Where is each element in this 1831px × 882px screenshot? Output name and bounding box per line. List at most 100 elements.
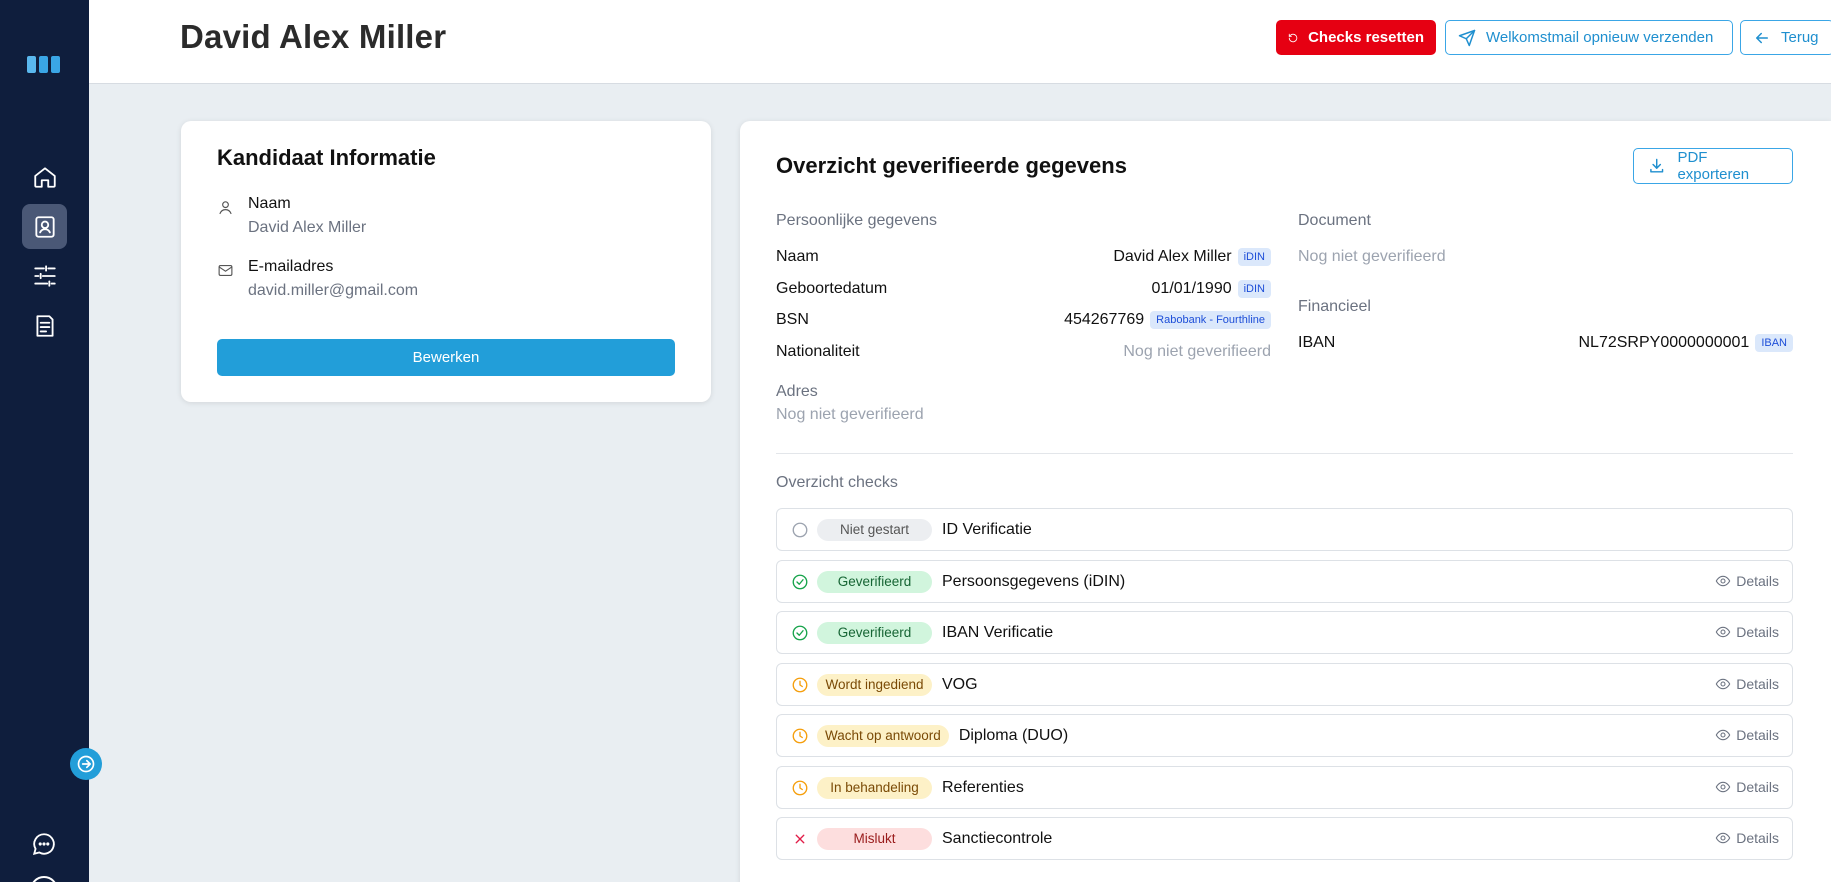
sidebar-item-home[interactable] bbox=[22, 154, 67, 199]
candidate-email-label: E-mailadres bbox=[248, 258, 334, 275]
sidebar bbox=[0, 0, 89, 882]
candidate-name-row: Naam David Alex Miller bbox=[217, 195, 366, 237]
details-label: Details bbox=[1736, 727, 1779, 743]
financial-row-iban: IBAN NL72SRPY0000000001 IBAN bbox=[1298, 331, 1793, 355]
document-value: Nog niet geverifieerd bbox=[1298, 248, 1446, 265]
divider bbox=[776, 453, 1793, 454]
details-label: Details bbox=[1736, 573, 1779, 589]
check-name: Sanctiecontrole bbox=[942, 829, 1053, 847]
details-label: Details bbox=[1736, 830, 1779, 846]
chat-button[interactable] bbox=[28, 828, 60, 860]
resend-welcome-mail-button[interactable]: Welkomstmail opnieuw verzenden bbox=[1445, 20, 1733, 55]
personal-row-key: Geboortedatum bbox=[776, 280, 888, 297]
details-link[interactable]: Details bbox=[1715, 727, 1779, 743]
address-value: Nog niet geverifieerd bbox=[776, 406, 924, 423]
details-link[interactable]: Details bbox=[1715, 830, 1779, 846]
candidate-info-card: Kandidaat Informatie Naam David Alex Mil… bbox=[181, 121, 711, 402]
candidate-info-title: Kandidaat Informatie bbox=[217, 145, 436, 170]
personal-row-key: BSN bbox=[776, 311, 809, 328]
document-icon bbox=[35, 314, 54, 337]
check-row-sanction[interactable]: Mislukt Sanctiecontrole Details bbox=[776, 817, 1793, 860]
candidate-name-value: David Alex Miller bbox=[248, 219, 367, 236]
check-name: Persoonsgegevens (iDIN) bbox=[942, 572, 1126, 590]
pdf-export-label: PDF exporteren bbox=[1677, 149, 1750, 183]
profile-icon[interactable] bbox=[30, 876, 58, 882]
details-link[interactable]: Details bbox=[1715, 573, 1779, 589]
check-circle-icon bbox=[791, 573, 809, 591]
clock-icon bbox=[791, 676, 809, 694]
status-badge: Niet gestart bbox=[817, 518, 932, 541]
sidebar-item-settings[interactable] bbox=[22, 253, 67, 298]
user-icon bbox=[219, 201, 232, 215]
reset-checks-label: Checks resetten bbox=[1308, 29, 1424, 46]
resend-welcome-mail-label: Welkomstmail opnieuw verzenden bbox=[1486, 29, 1714, 46]
source-tag: iDIN bbox=[1237, 280, 1271, 298]
personal-row-key: Nationaliteit bbox=[776, 343, 860, 360]
logo bbox=[27, 56, 60, 73]
reset-icon bbox=[1288, 33, 1298, 42]
check-row-personal-data[interactable]: Geverifieerd Persoonsgegevens (iDIN) Det… bbox=[776, 560, 1793, 603]
page-header: David Alex Miller Checks resetten Welkom… bbox=[89, 0, 1831, 84]
candidate-name-label: Naam bbox=[248, 195, 291, 212]
arrow-right-icon bbox=[77, 755, 95, 773]
download-icon bbox=[1650, 158, 1664, 173]
reset-checks-button[interactable]: Checks resetten bbox=[1276, 20, 1436, 55]
chat-icon bbox=[32, 833, 55, 856]
sidebar-item-candidates[interactable] bbox=[22, 204, 67, 249]
status-badge: Geverifieerd bbox=[817, 621, 932, 644]
check-name: Diploma (DUO) bbox=[958, 726, 1069, 744]
clock-icon bbox=[791, 727, 809, 745]
personal-row-nationality: Nationaliteit Nog niet geverifieerd bbox=[776, 340, 1271, 364]
iban-key: IBAN bbox=[1298, 334, 1336, 351]
check-row-references[interactable]: In behandeling Referenties Details bbox=[776, 766, 1793, 809]
edit-button[interactable]: Bewerken bbox=[217, 339, 675, 376]
personal-data-label: Persoonlijke gegevens bbox=[776, 212, 937, 229]
eye-icon bbox=[1715, 575, 1731, 587]
status-badge: In behandeling bbox=[817, 776, 932, 799]
pdf-export-button[interactable]: PDF exporteren bbox=[1633, 148, 1793, 184]
contact-icon bbox=[34, 215, 55, 238]
check-name: IBAN Verificatie bbox=[942, 623, 1054, 641]
personal-row-key: Naam bbox=[776, 248, 819, 265]
eye-icon bbox=[1715, 678, 1731, 690]
status-badge: Wordt ingediend bbox=[817, 673, 932, 696]
address-label: Adres bbox=[776, 383, 818, 400]
eye-icon bbox=[1715, 626, 1731, 638]
details-link[interactable]: Details bbox=[1715, 779, 1779, 795]
expand-sidebar-button[interactable] bbox=[70, 748, 102, 780]
sidebar-item-reports[interactable] bbox=[22, 303, 67, 348]
source-tag: iDIN bbox=[1237, 248, 1271, 266]
clock-icon bbox=[791, 779, 809, 797]
eye-icon bbox=[1715, 832, 1731, 844]
x-icon bbox=[791, 830, 809, 848]
home-icon bbox=[33, 166, 56, 188]
check-row-id-verification[interactable]: Niet gestart ID Verificatie bbox=[776, 508, 1793, 551]
mail-icon bbox=[218, 264, 233, 277]
check-row-iban-verification[interactable]: Geverifieerd IBAN Verificatie Details bbox=[776, 611, 1793, 654]
candidate-email-row: E-mailadres david.miller@gmail.com bbox=[217, 258, 418, 300]
arrow-left-icon bbox=[1756, 32, 1768, 43]
eye-icon bbox=[1715, 729, 1731, 741]
details-link[interactable]: Details bbox=[1715, 676, 1779, 692]
back-label: Terug bbox=[1781, 29, 1819, 46]
eye-icon bbox=[1715, 781, 1731, 793]
details-label: Details bbox=[1736, 624, 1779, 640]
check-name: Referenties bbox=[942, 778, 1024, 796]
sliders-icon bbox=[33, 264, 56, 287]
iban-value: NL72SRPY0000000001 bbox=[1578, 334, 1750, 351]
back-button[interactable]: Terug bbox=[1740, 20, 1831, 55]
status-badge: Mislukt bbox=[817, 827, 932, 850]
personal-row-value: David Alex Miller bbox=[1113, 248, 1232, 265]
circle-icon bbox=[791, 521, 809, 539]
check-row-vog[interactable]: Wordt ingediend VOG Details bbox=[776, 663, 1793, 706]
check-row-diploma[interactable]: Wacht op antwoord Diploma (DUO) Details bbox=[776, 714, 1793, 757]
check-circle-icon bbox=[791, 624, 809, 642]
status-badge: Geverifieerd bbox=[817, 570, 932, 593]
personal-row-bsn: BSN 454267769 Rabobank - Fourthline bbox=[776, 308, 1271, 332]
checks-overview-label: Overzicht checks bbox=[776, 474, 898, 491]
details-label: Details bbox=[1736, 779, 1779, 795]
personal-row-name: Naam David Alex Miller iDIN bbox=[776, 245, 1271, 269]
details-label: Details bbox=[1736, 676, 1779, 692]
details-link[interactable]: Details bbox=[1715, 624, 1779, 640]
page-title: David Alex Miller bbox=[180, 18, 447, 55]
